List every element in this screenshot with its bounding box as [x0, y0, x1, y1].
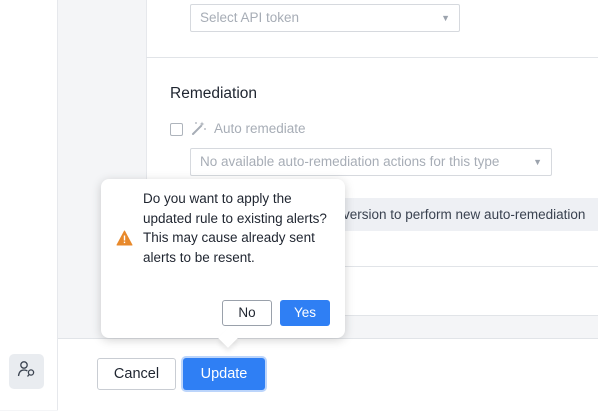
api-token-placeholder: Select API token [200, 10, 300, 25]
remediation-title: Remediation [170, 85, 258, 102]
user-search-icon [17, 359, 37, 384]
section-divider [345, 315, 598, 316]
no-button[interactable]: No [222, 300, 272, 326]
update-button[interactable]: Update [183, 358, 265, 390]
chevron-down-icon: ▼ [441, 13, 450, 23]
section-divider [146, 57, 598, 58]
auto-remediate-checkbox[interactable] [170, 123, 183, 136]
section-divider [345, 266, 598, 267]
chevron-down-icon: ▼ [533, 157, 542, 167]
left-rail [0, 0, 58, 410]
confirm-popover: Do you want to apply the updated rule to… [101, 179, 345, 348]
cancel-button[interactable]: Cancel [97, 358, 176, 390]
auto-remediate-label: Auto remediate [214, 121, 306, 136]
confirm-message: Do you want to apply the updated rule to… [143, 191, 327, 265]
remediation-actions-placeholder: No available auto-remediation actions fo… [200, 154, 500, 169]
api-token-select[interactable]: Select API token ▼ [190, 4, 460, 32]
magic-wand-icon [191, 120, 207, 141]
remediation-info-text: version to perform new auto-remediation [343, 207, 586, 222]
warning-icon [116, 230, 133, 251]
remediation-actions-select[interactable]: No available auto-remediation actions fo… [190, 148, 552, 176]
yes-button[interactable]: Yes [280, 300, 330, 326]
rail-user-button[interactable] [9, 354, 44, 389]
